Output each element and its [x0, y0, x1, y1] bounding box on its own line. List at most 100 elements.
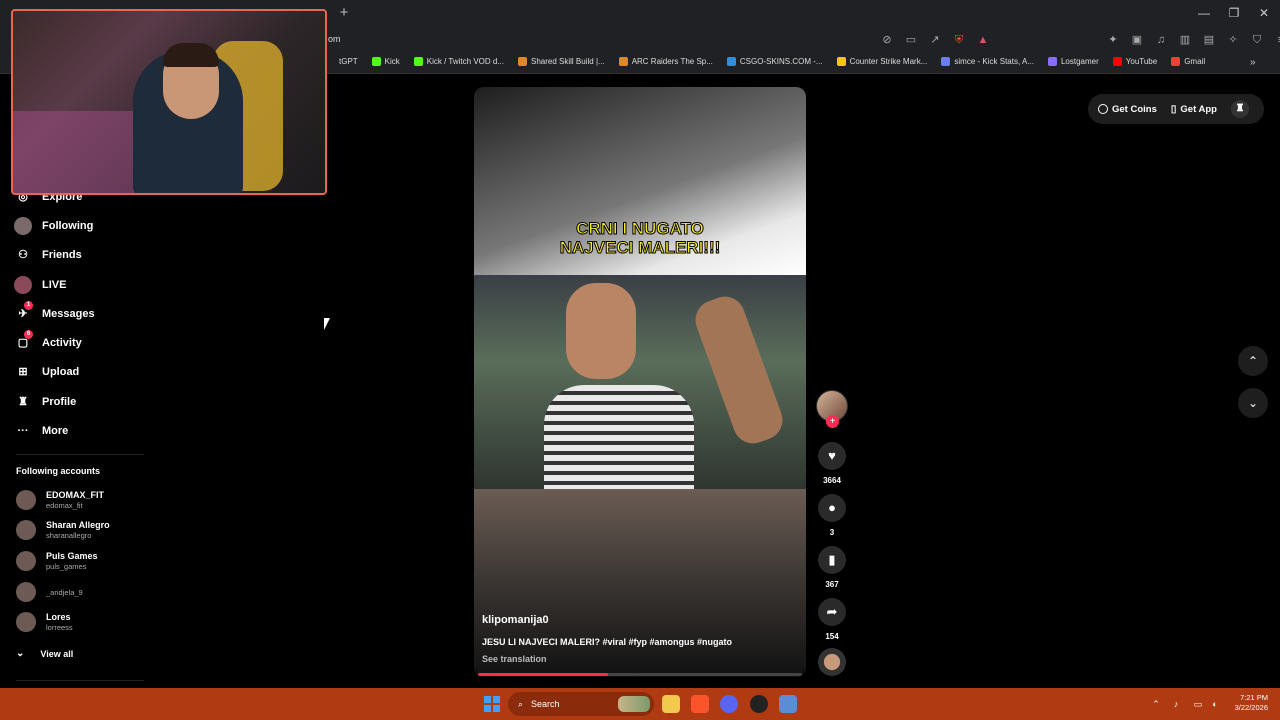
leo-ai-icon[interactable]: ✧ [1226, 33, 1240, 47]
video-frame-middle [474, 275, 806, 489]
bookmark-item[interactable]: Kick [371, 57, 400, 66]
sidebar-item-label: Activity [42, 337, 82, 349]
extensions-icon[interactable]: ✦ [1106, 33, 1120, 47]
video-player[interactable]: CRNI I NUGATO NAJVECI MALERI!!! klipoman… [474, 87, 806, 677]
user-avatar-icon[interactable]: ♜ [1230, 100, 1249, 118]
cast-icon[interactable]: ▭ [904, 33, 918, 47]
bookmark-item[interactable]: YouTube [1112, 57, 1157, 66]
upload-icon: ⊞ [18, 366, 28, 378]
following-account-item[interactable]: Puls Games puls_games [16, 551, 98, 571]
video-progress-bar[interactable] [478, 673, 802, 676]
streamer-hair [163, 43, 219, 67]
maximize-button[interactable]: ❐ [1226, 6, 1242, 20]
sidebar-item-profile[interactable]: ♜ Profile [14, 393, 76, 411]
following-accounts-title: Following accounts [16, 466, 101, 476]
sidebar-item-activity[interactable]: ▢ Activity 6 [14, 330, 82, 352]
no-tracking-icon[interactable]: ⊘ [880, 33, 894, 47]
brave-browser-icon[interactable] [691, 695, 709, 713]
microphone-icon[interactable]: ♪ [1170, 698, 1182, 710]
following-account-item[interactable]: EDOMAX_FIT edomax_fit [16, 490, 104, 510]
video-progress-fill [478, 673, 608, 676]
brave-rewards-icon[interactable]: ▲ [976, 33, 990, 47]
account-name: Puls Games [46, 551, 98, 561]
wallet-icon[interactable]: ▤ [1202, 33, 1216, 47]
brave-shield-icon[interactable]: ⛨ [952, 33, 966, 47]
video-caption[interactable]: JESU LI NAJVECI MALERI? #viral #fyp #amo… [482, 637, 732, 647]
bookmark-item[interactable]: Kick / Twitch VOD d... [413, 57, 504, 66]
bookmark-item[interactable]: Counter Strike Mark... [836, 57, 927, 66]
account-name: Sharan Allegro [46, 520, 110, 530]
taskbar-clock[interactable]: 7:21 PM 3/22/2026 [1228, 693, 1268, 713]
bookmarks-overflow-button[interactable]: » [1250, 57, 1256, 68]
screenshot-icon[interactable]: ▣ [1130, 33, 1144, 47]
minimize-button[interactable]: — [1196, 6, 1212, 20]
notification-badge: 6 [24, 330, 33, 339]
video-frame-bottom [474, 489, 806, 677]
volume-icon[interactable]: ◖ [1208, 698, 1220, 710]
following-account-item[interactable]: _andjela_9 [16, 582, 83, 602]
bookmark-icon[interactable]: ▮ [818, 546, 846, 574]
bookmark-item[interactable]: CSGO-SKINS.COM -... [726, 57, 823, 66]
bookmark-favicon-icon [413, 57, 423, 66]
sidebar-divider [16, 680, 144, 681]
sidebar-item-label: More [42, 425, 69, 437]
bookmark-item[interactable]: Shared Skill Build |... [518, 57, 605, 66]
account-text: Puls Games puls_games [46, 551, 98, 571]
share-icon[interactable]: ↗ [928, 33, 942, 47]
like-heart-icon[interactable]: ♥ [818, 442, 846, 470]
account-handle: edomax_fit [46, 501, 83, 510]
file-explorer-icon[interactable] [662, 695, 680, 713]
get-app-button[interactable]: ▯ Get App [1171, 104, 1217, 115]
music-disc-icon[interactable] [818, 648, 846, 676]
bookmark-item[interactable]: tGPT [326, 57, 358, 66]
comment-icon[interactable]: ● [818, 494, 846, 522]
sidebar-item-upload[interactable]: ⊞ Upload [14, 363, 79, 381]
new-tab-button[interactable]: + [336, 5, 352, 21]
windows-start-icon[interactable] [484, 696, 500, 712]
address-text[interactable]: om [328, 34, 341, 44]
settings-gear-icon[interactable] [779, 695, 797, 713]
bookmark-item[interactable]: Gmail [1171, 57, 1205, 66]
video-overlay-title-line2: NAJVECI MALERI!!! [559, 238, 721, 258]
music-icon[interactable]: ♫ [1154, 33, 1168, 47]
sidebar-divider [16, 454, 144, 455]
bookmark-label: Kick [384, 57, 400, 66]
account-handle: _andjela_9 [46, 587, 83, 597]
chevron-down-icon: ⌄ [16, 648, 25, 659]
sidebar-toggle-icon[interactable]: ▥ [1178, 33, 1192, 47]
bookmark-favicon-icon [618, 57, 628, 66]
tray-overflow-chevron-icon[interactable]: ⌃ [1150, 698, 1162, 710]
following-account-item[interactable]: Lores lorreess [16, 612, 73, 632]
sidebar-item-live[interactable]: LIVE [14, 276, 66, 294]
sidebar-item-messages[interactable]: ✈ Messages 1 [14, 301, 95, 323]
sidebar-item-more[interactable]: ··· More [14, 422, 69, 440]
sidebar-item-label: Upload [42, 366, 80, 378]
follow-plus-icon[interactable]: + [826, 415, 839, 428]
account-handle: sharanallegro [46, 531, 92, 540]
more-icon: ··· [17, 425, 29, 437]
next-video-chevron-down-icon[interactable]: ⌄ [1238, 388, 1268, 418]
vpn-icon[interactable]: ⛉ [1250, 33, 1264, 47]
video-author[interactable]: klipomanija0 [482, 614, 549, 626]
following-account-item[interactable]: Sharan Allegro sharanallegro [16, 520, 110, 540]
view-all-button[interactable]: ⌄ View all [16, 648, 73, 659]
discord-icon[interactable] [720, 695, 738, 713]
previous-video-chevron-up-icon[interactable]: ⌃ [1238, 346, 1268, 376]
profile-icon: ♜ [18, 396, 28, 408]
account-text: EDOMAX_FIT edomax_fit [46, 490, 104, 510]
sidebar-item-friends[interactable]: ⚇ Friends [14, 246, 82, 264]
account-text: _andjela_9 [46, 588, 83, 597]
close-window-button[interactable]: ✕ [1256, 6, 1272, 20]
obs-icon[interactable] [750, 695, 768, 713]
bookmark-item[interactable]: Lostgamer [1047, 57, 1099, 66]
sidebar-item-following[interactable]: Following [14, 217, 93, 235]
bookmark-favicon-icon [371, 57, 381, 66]
taskbar-search[interactable]: ⌕ Search [508, 692, 654, 716]
menu-icon[interactable]: ≡ [1274, 33, 1280, 47]
bookmark-item[interactable]: ARC Raiders The Sp... [618, 57, 713, 66]
network-icon[interactable]: ▭ [1192, 698, 1204, 710]
share-arrow-icon[interactable]: ➦ [818, 598, 846, 626]
get-coins-button[interactable]: Get Coins [1098, 104, 1157, 115]
see-translation-link[interactable]: See translation [482, 654, 547, 664]
bookmark-item[interactable]: simce - Kick Stats, A... [941, 57, 1034, 66]
